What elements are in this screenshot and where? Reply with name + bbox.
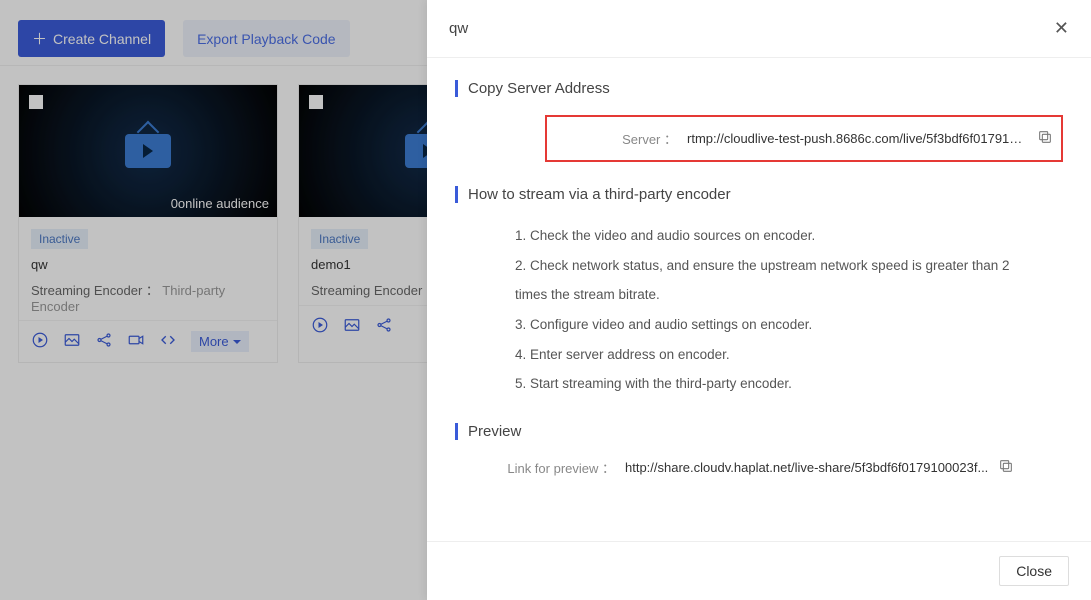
section-title-howto: How to stream via a third-party encoder — [455, 186, 1063, 203]
modal-footer: Close — [427, 541, 1091, 600]
modal-header: qw ✕ — [427, 0, 1091, 58]
step-item: 2. Check network status, and ensure the … — [515, 251, 1033, 310]
server-label: Server ： — [547, 129, 687, 148]
step-item: 3. Configure video and audio settings on… — [515, 310, 1033, 340]
copy-icon[interactable] — [1037, 129, 1053, 148]
step-item: 5. Start streaming with the third-party … — [515, 369, 1033, 399]
server-value: rtmp://cloudlive-test-push.8686c.com/liv… — [687, 131, 1027, 146]
close-button[interactable]: Close — [999, 556, 1069, 586]
close-icon[interactable]: ✕ — [1054, 18, 1069, 39]
preview-row: Link for preview ： http://share.cloudv.h… — [485, 458, 1033, 477]
section-title-server: Copy Server Address — [455, 80, 1063, 97]
server-row: Server ： rtmp://cloudlive-test-push.8686… — [545, 115, 1063, 162]
step-item: 1. Check the video and audio sources on … — [515, 221, 1033, 251]
step-item: 4. Enter server address on encoder. — [515, 340, 1033, 370]
copy-icon[interactable] — [998, 458, 1014, 477]
howto-steps: 1. Check the video and audio sources on … — [515, 221, 1033, 399]
preview-value: http://share.cloudv.haplat.net/live-shar… — [625, 460, 988, 475]
channel-detail-modal: qw ✕ Copy Server Address Server ： rtmp:/… — [427, 0, 1091, 600]
section-title-preview: Preview — [455, 423, 1063, 440]
modal-body: Copy Server Address Server ： rtmp://clou… — [427, 58, 1091, 541]
modal-title: qw — [449, 20, 468, 37]
preview-label: Link for preview ： — [485, 458, 625, 477]
